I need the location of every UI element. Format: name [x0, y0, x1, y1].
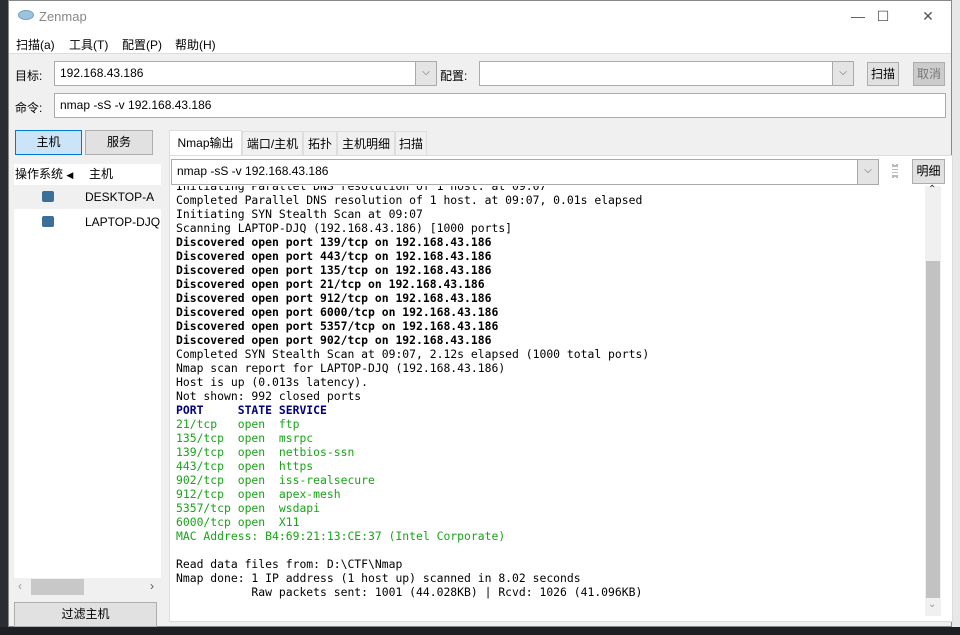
host-list: 操作系统 ◀ 主机 DESKTOP-A LAPTOP-DJQ ‹ ›	[14, 164, 161, 596]
command-label: 命令:	[15, 101, 43, 115]
menu-help[interactable]: 帮助(H)	[175, 36, 216, 53]
output-line: Discovered open port 139/tcp on 192.168.…	[176, 235, 492, 249]
target-label: 目标:	[15, 69, 43, 83]
windows-os-icon	[42, 216, 54, 227]
menu-tools[interactable]: 工具(T)	[69, 36, 108, 53]
zenmap-eye-icon	[18, 10, 34, 20]
output-line: Raw packets sent: 1001 (44.028KB) | Rcvd…	[176, 585, 643, 599]
output-line: PORT STATE SERVICE	[176, 403, 327, 417]
output-line: 5357/tcp open wsdapi	[176, 501, 321, 515]
output-line: Discovered open port 443/tcp on 192.168.…	[176, 249, 492, 263]
sort-arrow-icon: ◀	[66, 170, 74, 180]
windows-os-icon	[42, 191, 54, 202]
output-line: Discovered open port 912/tcp on 192.168.…	[176, 291, 492, 305]
output-line: Completed SYN Stealth Scan at 09:07, 2.1…	[176, 347, 650, 361]
maximize-button[interactable]: ☐	[860, 5, 906, 27]
output-line: 135/tcp open msrpc	[176, 431, 314, 445]
chevron-down-icon[interactable]: ⌵	[832, 62, 853, 85]
tab-scans[interactable]: 扫描	[395, 131, 427, 155]
tab-ports-hosts[interactable]: 端口/主机	[242, 131, 303, 155]
menu-bar: 扫描(a) 工具(T) 配置(P) 帮助(H)	[9, 32, 951, 54]
window-title: Zenmap	[39, 9, 87, 24]
scroll-up-icon[interactable]: ⌃	[928, 184, 936, 195]
cancel-button[interactable]: 取消	[913, 62, 945, 86]
output-line: Read data files from: D:\CTF\Nmap	[176, 557, 403, 571]
vertical-scrollbar[interactable]: ⌃ ⌄	[925, 184, 941, 616]
output-line: Initiating Parallel DNS resolution of 1 …	[176, 186, 547, 193]
close-button[interactable]: ✕	[905, 5, 951, 27]
command-input[interactable]: nmap -sS -v 192.168.43.186	[54, 93, 946, 118]
output-lines: Initiating Parallel DNS resolution of 1 …	[176, 186, 649, 599]
scrollbar-thumb[interactable]	[926, 261, 940, 598]
output-line: Discovered open port 21/tcp on 192.168.4…	[176, 277, 485, 291]
chevron-down-icon[interactable]: ⌵	[857, 160, 878, 184]
tab-host-details[interactable]: 主机明细	[337, 131, 395, 155]
scroll-left-icon[interactable]: ‹	[18, 579, 22, 593]
os-header-label: 操作系统	[15, 167, 64, 181]
tab-nmap-output[interactable]: Nmap输出	[169, 130, 242, 156]
nmap-output-text[interactable]: Initiating Parallel DNS resolution of 1 …	[170, 186, 924, 616]
output-line: Not shown: 992 closed ports	[176, 389, 362, 403]
profile-label: 配置:	[440, 69, 468, 83]
output-line: 139/tcp open netbios-ssn	[176, 445, 355, 459]
output-line: 6000/tcp open X11	[176, 515, 300, 529]
scroll-right-icon[interactable]: ›	[150, 579, 154, 593]
output-line: 912/tcp open apex-mesh	[176, 487, 341, 501]
target-input[interactable]: 192.168.43.186 ⌵	[54, 61, 437, 86]
output-line: 21/tcp open ftp	[176, 417, 300, 431]
output-line: Discovered open port 6000/tcp on 192.168…	[176, 305, 499, 319]
output-line: 902/tcp open iss-realsecure	[176, 473, 375, 487]
output-line: Discovered open port 135/tcp on 192.168.…	[176, 263, 492, 277]
output-line: Scanning LAPTOP-DJQ (192.168.43.186) [10…	[176, 221, 513, 235]
scan-select-value: nmap -sS -v 192.168.43.186	[177, 164, 329, 178]
zenmap-window: Zenmap — ☐ ✕ 扫描(a) 工具(T) 配置(P) 帮助(H) 目标:…	[8, 0, 953, 627]
target-value: 192.168.43.186	[60, 66, 144, 80]
scrollbar-thumb[interactable]	[31, 579, 84, 595]
horizontal-scrollbar[interactable]: ‹ ›	[14, 578, 161, 596]
host-row[interactable]: DESKTOP-A	[14, 185, 161, 209]
tab-topology[interactable]: 拓扑	[303, 131, 337, 155]
output-line: Host is up (0.013s latency).	[176, 375, 369, 389]
hosts-button[interactable]: 主机	[15, 130, 82, 155]
menu-scan[interactable]: 扫描(a)	[16, 36, 55, 53]
scroll-down-icon[interactable]: ⌄	[928, 599, 936, 610]
title-bar: Zenmap — ☐ ✕	[9, 1, 951, 32]
drag-handle-icon[interactable]	[892, 164, 898, 178]
output-line: Nmap done: 1 IP address (1 host up) scan…	[176, 571, 581, 585]
details-button[interactable]: 明细	[912, 159, 945, 184]
desktop-background	[0, 627, 960, 635]
services-button[interactable]: 服务	[85, 130, 153, 155]
output-line: Discovered open port 902/tcp on 192.168.…	[176, 333, 492, 347]
profile-select[interactable]: ⌵	[479, 61, 854, 86]
output-line: Discovered open port 5357/tcp on 192.168…	[176, 319, 499, 333]
chevron-down-icon[interactable]: ⌵	[415, 62, 436, 85]
column-header-os[interactable]: 操作系统 ◀	[14, 164, 86, 184]
host-name: DESKTOP-A	[85, 190, 155, 204]
menu-profile[interactable]: 配置(P)	[122, 36, 162, 53]
output-line: Initiating SYN Stealth Scan at 09:07	[176, 207, 423, 221]
filter-hosts-button[interactable]: 过滤主机	[14, 602, 157, 627]
output-line: 443/tcp open https	[176, 459, 314, 473]
desktop-background	[952, 0, 960, 635]
scan-button[interactable]: 扫描	[867, 62, 899, 86]
column-header-host[interactable]: 主机	[89, 164, 161, 184]
output-line: MAC Address: B4:69:21:13:CE:37 (Intel Co…	[176, 529, 506, 543]
host-row[interactable]: LAPTOP-DJQ	[14, 210, 161, 234]
output-line: Nmap scan report for LAPTOP-DJQ (192.168…	[176, 361, 506, 375]
scan-select[interactable]: nmap -sS -v 192.168.43.186 ⌵	[171, 159, 879, 185]
host-name: LAPTOP-DJQ	[85, 215, 161, 229]
output-line: Completed Parallel DNS resolution of 1 h…	[176, 193, 643, 207]
